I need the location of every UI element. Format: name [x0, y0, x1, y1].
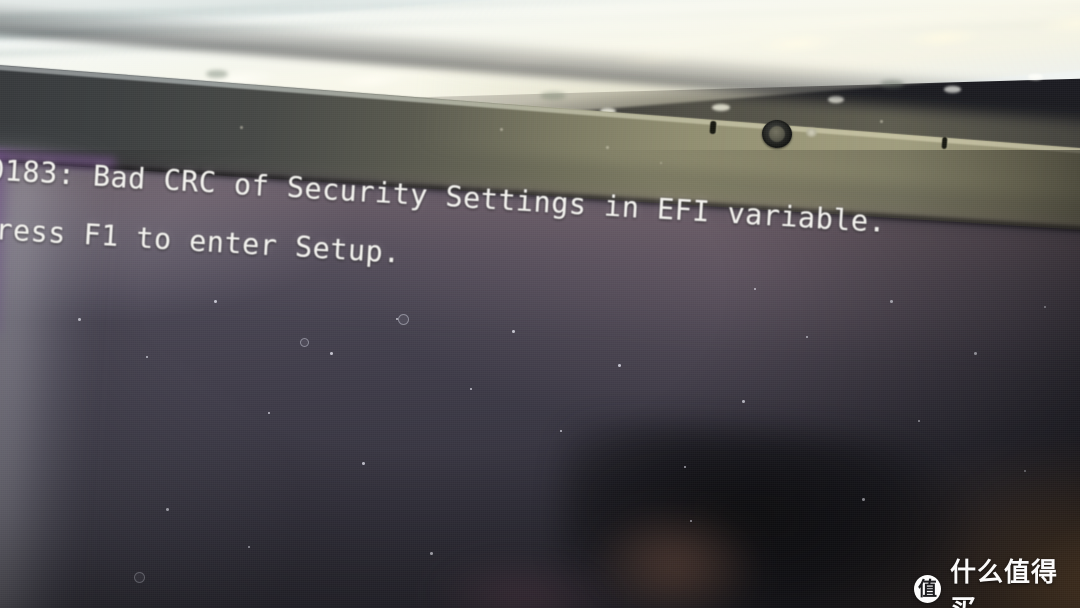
screen-dust — [362, 462, 365, 465]
microphone-left-icon — [709, 120, 717, 135]
photo-canvas: 0183: Bad CRC of Security Settings in EF… — [0, 0, 1080, 608]
screen-dust — [560, 430, 562, 432]
screen-dust-ring — [300, 338, 309, 347]
screen-dust — [330, 352, 333, 355]
screen-dust — [214, 300, 217, 303]
screen-dust — [268, 412, 270, 414]
screen-dust — [890, 300, 893, 303]
screen-dust — [430, 552, 433, 555]
screen-dust — [684, 466, 686, 468]
screen-dust — [742, 400, 745, 403]
carpet-shadow — [206, 70, 228, 78]
screen-dust — [248, 546, 250, 548]
webcam-icon — [760, 118, 794, 150]
screen-dust — [1044, 306, 1046, 308]
screen-dust — [1024, 470, 1026, 472]
watermark-text: 什么值得买 — [949, 558, 1058, 608]
screen-dust — [78, 318, 81, 321]
bezel-dust — [880, 120, 883, 123]
screen-dust — [512, 330, 515, 333]
watermark-logo-icon: 值 — [914, 575, 941, 603]
carpet-speck — [1028, 74, 1043, 80]
watermark: 值 什么值得买 — [914, 552, 1080, 608]
screen-dust-ring — [134, 572, 145, 583]
screen-dust — [974, 352, 977, 355]
screen-dust — [862, 498, 865, 501]
bezel-dust — [500, 128, 503, 131]
screen-dust — [166, 508, 169, 511]
screen-dust — [690, 520, 692, 522]
bezel-dust — [606, 146, 609, 149]
microphone-right-icon — [941, 136, 948, 150]
screen-dust — [918, 420, 920, 422]
screen-dust — [146, 356, 148, 358]
screen-dust — [618, 364, 621, 367]
bezel-dust — [240, 126, 243, 129]
webcam-indicator-led-icon — [806, 128, 817, 137]
bezel-dust — [660, 162, 662, 164]
screen-dust-ring — [398, 314, 409, 325]
screen-dust — [470, 388, 472, 390]
screen-dust — [806, 336, 808, 338]
